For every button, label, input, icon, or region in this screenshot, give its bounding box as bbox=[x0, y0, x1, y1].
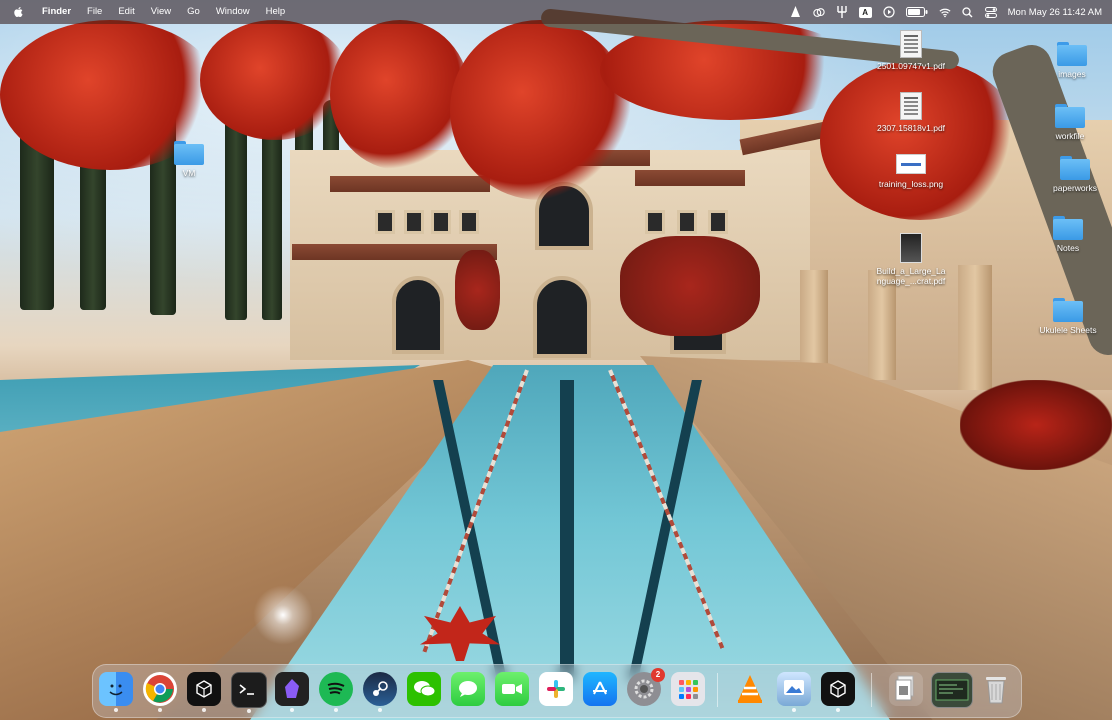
menu-go[interactable]: Go bbox=[179, 0, 208, 24]
spotify-icon[interactable] bbox=[319, 672, 353, 712]
menu-bar: Finder File Edit View Go Window Help A M… bbox=[0, 0, 1112, 24]
folder-icon bbox=[1060, 156, 1090, 180]
book-cover-icon bbox=[900, 233, 922, 263]
wechat-icon[interactable] bbox=[407, 672, 441, 706]
desktop-folder-paperworks[interactable]: paperworks bbox=[1030, 156, 1112, 193]
desktop-icon-label: Notes bbox=[1056, 243, 1080, 253]
trash-icon[interactable] bbox=[979, 672, 1013, 706]
pdf-document-icon bbox=[900, 30, 922, 58]
desktop-folder-images[interactable]: images bbox=[1027, 42, 1112, 79]
desktop-file-2501-pdf[interactable]: 2501.09747v1.pdf bbox=[866, 30, 956, 71]
desktop-icon-label: VM bbox=[182, 168, 196, 178]
downloads-stack-icon[interactable] bbox=[889, 672, 923, 706]
wifi-icon[interactable] bbox=[939, 6, 951, 18]
play-status-icon[interactable] bbox=[883, 6, 895, 18]
dock: 2 bbox=[92, 664, 1022, 718]
cube-app-icon[interactable] bbox=[187, 672, 221, 712]
app-store-icon[interactable] bbox=[583, 672, 617, 706]
preview-icon[interactable] bbox=[777, 672, 811, 712]
app-menu-finder[interactable]: Finder bbox=[34, 0, 79, 24]
desktop-icon-label: paperworks bbox=[1053, 183, 1097, 193]
folder-icon bbox=[1053, 298, 1083, 322]
obsidian-icon[interactable] bbox=[275, 672, 309, 712]
notification-badge: 2 bbox=[651, 668, 665, 682]
vlc-icon[interactable] bbox=[733, 672, 767, 706]
screen-recording-icon[interactable] bbox=[931, 672, 973, 708]
desktop-icon-label-line1: Build_a_Large_La bbox=[876, 266, 946, 276]
steam-icon[interactable] bbox=[363, 672, 397, 712]
desktop-icon-label: 2501.09747v1.pdf bbox=[876, 61, 946, 71]
desktop-folder-ukulele-sheets[interactable]: Ukulele Sheets bbox=[1023, 298, 1112, 335]
pdf-document-icon bbox=[900, 92, 922, 120]
fork-status-icon[interactable] bbox=[836, 6, 848, 18]
menu-file[interactable]: File bbox=[79, 0, 110, 24]
dock-separator bbox=[871, 673, 872, 707]
folder-icon bbox=[1053, 216, 1083, 240]
menu-help[interactable]: Help bbox=[258, 0, 294, 24]
cloud-status-icon[interactable] bbox=[812, 6, 825, 18]
desktop-icon-label-line2: nguage_...crat.pdf bbox=[876, 276, 946, 286]
desktop-icon-label: images bbox=[1058, 69, 1086, 79]
desktop-folder-notes[interactable]: Notes bbox=[1023, 216, 1112, 253]
menu-edit[interactable]: Edit bbox=[110, 0, 142, 24]
desktop-file-build-llm-pdf[interactable]: Build_a_Large_La nguage_...crat.pdf bbox=[866, 233, 956, 286]
vlc-status-icon[interactable] bbox=[790, 6, 802, 18]
input-source-icon[interactable]: A bbox=[858, 6, 872, 18]
desktop-icon-label: Ukulele Sheets bbox=[1039, 325, 1097, 335]
chrome-icon[interactable] bbox=[143, 672, 177, 712]
system-settings-icon[interactable]: 2 bbox=[627, 668, 665, 706]
desktop-icon-label: training_loss.png bbox=[878, 179, 944, 189]
desktop-icon-label: workfile bbox=[1055, 131, 1085, 141]
image-thumbnail-icon bbox=[896, 154, 926, 174]
folder-icon bbox=[174, 141, 204, 165]
folder-icon bbox=[1057, 42, 1087, 66]
menubar-clock[interactable]: Mon May 26 11:42 AM bbox=[1008, 7, 1102, 18]
messages-icon[interactable] bbox=[451, 672, 485, 706]
desktop-folder-vm[interactable]: VM bbox=[144, 141, 234, 178]
launchpad-icon[interactable] bbox=[671, 672, 705, 706]
finder-icon[interactable] bbox=[99, 672, 133, 712]
facetime-icon[interactable] bbox=[495, 672, 529, 706]
slack-icon[interactable] bbox=[539, 672, 573, 706]
desktop-file-training-loss-png[interactable]: training_loss.png bbox=[866, 150, 956, 189]
battery-icon[interactable] bbox=[905, 6, 928, 18]
dock-separator bbox=[717, 673, 718, 707]
desktop-icon-label: 2307.15818v1.pdf bbox=[876, 123, 946, 133]
cube-app-2-icon[interactable] bbox=[821, 672, 855, 712]
desktop-folder-workfile[interactable]: workfile bbox=[1025, 104, 1112, 141]
folder-icon bbox=[1055, 104, 1085, 128]
menu-view[interactable]: View bbox=[143, 0, 179, 24]
desktop-file-2307-pdf[interactable]: 2307.15818v1.pdf bbox=[866, 92, 956, 133]
apple-menu-icon[interactable] bbox=[12, 6, 24, 18]
spotlight-search-icon[interactable] bbox=[962, 6, 974, 18]
terminal-icon[interactable] bbox=[231, 672, 267, 713]
menu-window[interactable]: Window bbox=[208, 0, 258, 24]
control-center-icon[interactable] bbox=[984, 6, 997, 18]
